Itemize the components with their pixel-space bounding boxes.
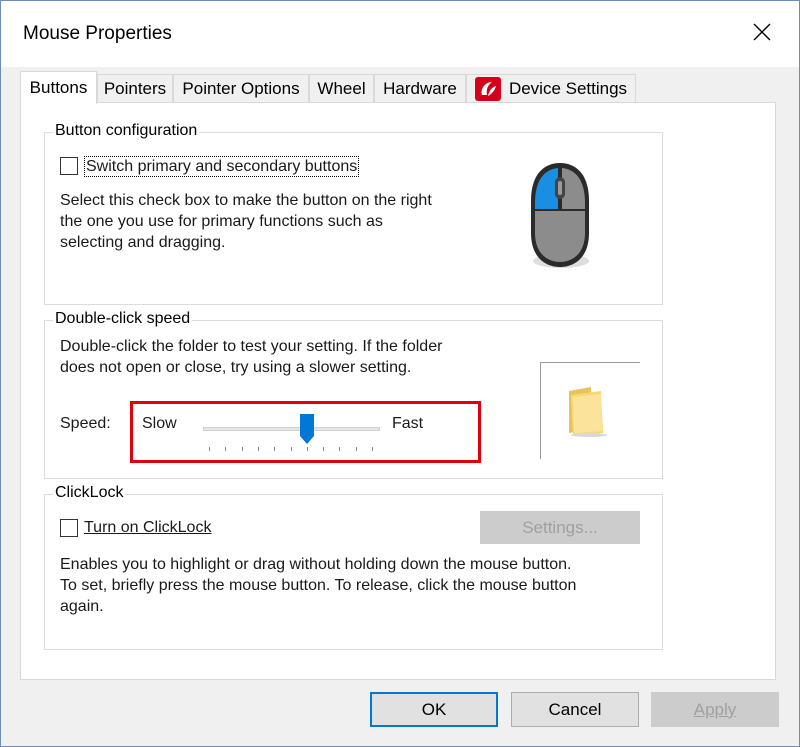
cancel-label: Cancel — [548, 699, 602, 719]
speed-label: Speed: — [60, 415, 111, 432]
clicklock-desc-3: again. — [60, 598, 104, 615]
close-icon — [753, 23, 771, 41]
clicklock-checkbox[interactable] — [60, 519, 78, 537]
folder-icon[interactable] — [565, 385, 609, 437]
clicklock-desc-1: Enables you to highlight or drag without… — [60, 556, 572, 573]
ok-button[interactable]: OK — [370, 692, 498, 727]
clicklock-label-text: Turn on ClickLock — [84, 519, 212, 536]
close-button[interactable] — [745, 15, 779, 49]
apply-label: Apply — [693, 699, 737, 719]
tab-buttons[interactable]: Buttons — [20, 71, 97, 104]
group-title: Double-click speed — [53, 310, 193, 328]
clicklock-settings-button[interactable]: Settings... — [480, 511, 640, 544]
button-config-desc-1: Select this check box to make the button… — [60, 192, 432, 209]
button-config-desc-2: the one you use for primary functions su… — [60, 213, 383, 230]
window-title: Mouse Properties — [23, 23, 172, 44]
clicklock-label[interactable]: Turn on ClickLock — [84, 517, 211, 538]
group-title: Button configuration — [53, 122, 200, 140]
tab-pointers[interactable]: Pointers — [97, 74, 173, 102]
apply-button[interactable]: Apply — [651, 692, 779, 727]
settings-button-label: Settings... — [522, 517, 598, 537]
tab-label: Wheel — [317, 78, 366, 98]
switch-buttons-label[interactable]: Switch primary and secondary buttons — [84, 156, 360, 177]
mouse-properties-window: Mouse Properties Buttons Pointers Pointe… — [0, 0, 800, 747]
button-config-desc-3: selecting and dragging. — [60, 234, 226, 251]
tab-label: Buttons — [29, 78, 88, 97]
tab-label: Pointers — [103, 78, 167, 98]
mouse-icon — [531, 163, 589, 268]
double-click-desc-2: does not open or close, try using a slow… — [60, 359, 412, 376]
cancel-button[interactable]: Cancel — [511, 692, 639, 727]
group-title: ClickLock — [53, 484, 126, 502]
double-click-desc-1: Double-click the folder to test your set… — [60, 338, 443, 355]
speed-slider-highlight — [130, 401, 481, 463]
tab-label: Pointer Options — [182, 78, 300, 98]
tab-label: Device Settings — [508, 78, 628, 98]
clicklock-desc-2: To set, briefly press the mouse button. … — [60, 577, 577, 594]
device-settings-icon — [474, 76, 501, 101]
double-click-test-area[interactable] — [540, 362, 640, 459]
tab-pointer-options[interactable]: Pointer Options — [173, 74, 309, 102]
ok-label: OK — [421, 699, 447, 719]
switch-buttons-checkbox[interactable] — [60, 157, 78, 175]
tab-wheel[interactable]: Wheel — [309, 74, 374, 102]
tab-device-settings[interactable]: Device Settings — [466, 74, 636, 102]
tab-hardware[interactable]: Hardware — [374, 74, 466, 102]
tab-label: Hardware — [383, 78, 457, 98]
title-bar: Mouse Properties — [1, 1, 799, 67]
